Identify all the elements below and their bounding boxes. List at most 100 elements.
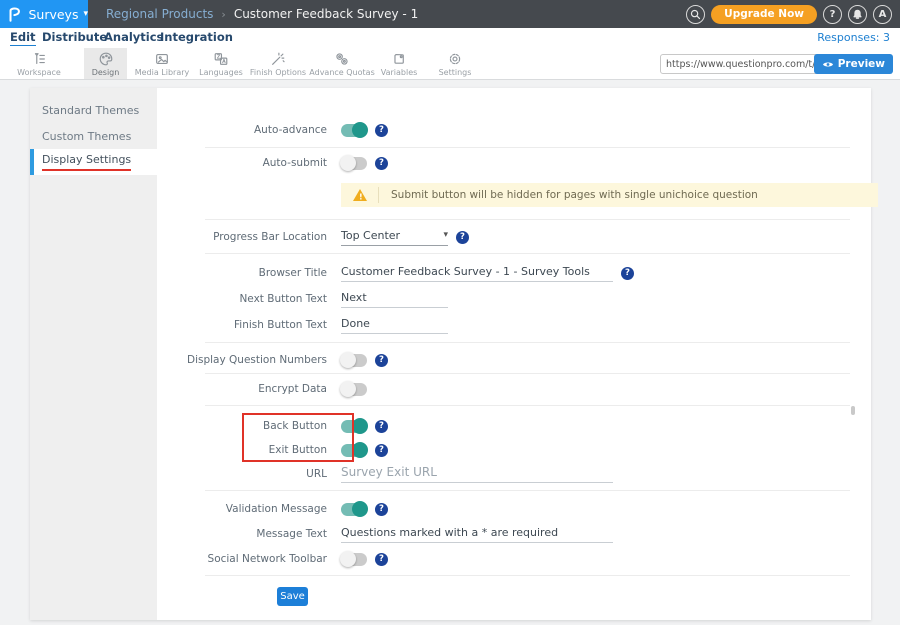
tab-finish-options[interactable]: Finish Options xyxy=(250,48,306,79)
back-button-help-icon[interactable]: ? xyxy=(375,420,388,433)
next-button-text-input[interactable] xyxy=(341,291,448,308)
tab-variables[interactable]: Variables xyxy=(376,48,422,79)
social-network-toolbar-help-icon[interactable]: ? xyxy=(375,553,388,566)
main-nav: Edit Distribute Analytics Integration Re… xyxy=(0,28,900,48)
validation-message-help-icon[interactable]: ? xyxy=(375,503,388,516)
selected-option: Top Center xyxy=(341,229,400,242)
sidebar-item-label: Custom Themes xyxy=(42,130,131,143)
exit-button-help-icon[interactable]: ? xyxy=(375,444,388,457)
display-question-numbers-toggle[interactable] xyxy=(341,354,367,367)
notifications-button[interactable] xyxy=(848,5,867,24)
display-question-numbers-row: Display Question Numbers ? xyxy=(157,348,388,372)
validation-message-row: Validation Message ? xyxy=(157,497,388,521)
sidebar-item-standard-themes[interactable]: Standard Themes xyxy=(30,97,157,123)
toggle-knob xyxy=(352,418,368,434)
tab-settings[interactable]: Settings xyxy=(432,48,478,79)
display-settings-form: Auto-advance ? Auto-submit ? ! Submit bu… xyxy=(157,88,871,620)
finish-button-text-input[interactable] xyxy=(341,317,448,334)
progress-bar-help-icon[interactable]: ? xyxy=(456,231,469,244)
encrypt-data-row: Encrypt Data xyxy=(157,377,367,401)
tab-workspace-label: Workspace xyxy=(17,68,61,77)
account-button[interactable]: A xyxy=(873,5,892,24)
auto-submit-toggle[interactable] xyxy=(341,157,367,170)
tab-languages[interactable]: ZA Languages xyxy=(196,48,246,79)
exit-button-row: Exit Button ? xyxy=(157,439,388,461)
logo-block[interactable]: Surveys ▾ xyxy=(0,0,88,28)
tab-advance-quotas[interactable]: Advance Quotas xyxy=(312,48,372,79)
upgrade-now-label: Upgrade Now xyxy=(724,8,804,20)
breadcrumb-parent[interactable]: Regional Products xyxy=(106,7,213,21)
validation-message-toggle[interactable] xyxy=(341,503,367,516)
social-network-toolbar-row: Social Network Toolbar ? xyxy=(157,547,388,571)
tab-design-label: Design xyxy=(92,68,120,77)
back-button-toggle[interactable] xyxy=(341,420,367,433)
chain-links-icon xyxy=(334,51,350,67)
toggle-knob xyxy=(352,501,368,517)
nav-edit[interactable]: Edit xyxy=(10,30,36,46)
search-icon xyxy=(690,9,701,20)
nav-integration[interactable]: Integration xyxy=(160,30,233,44)
social-network-toolbar-toggle[interactable] xyxy=(341,553,367,566)
progress-bar-location-row: Progress Bar Location Top Center ▾ ? xyxy=(157,225,469,249)
search-button[interactable] xyxy=(686,5,705,24)
tab-media-library[interactable]: Media Library xyxy=(132,48,192,79)
workspace-icon xyxy=(31,51,47,67)
toggle-knob xyxy=(340,551,356,567)
auto-submit-help-icon[interactable]: ? xyxy=(375,157,388,170)
nav-analytics[interactable]: Analytics xyxy=(104,30,163,44)
save-button[interactable]: Save xyxy=(277,587,308,606)
warning-icon-wrap: ! xyxy=(341,187,379,203)
progress-bar-location-select[interactable]: Top Center ▾ xyxy=(341,229,448,246)
toggle-knob xyxy=(340,155,356,171)
auto-advance-label: Auto-advance xyxy=(157,124,327,136)
upgrade-now-button[interactable]: Upgrade Now xyxy=(711,5,817,24)
toggle-knob xyxy=(352,122,368,138)
browser-title-row: Browser Title ? xyxy=(157,261,634,285)
next-button-text-row: Next Button Text xyxy=(157,287,448,311)
divider xyxy=(205,373,850,374)
responses-count[interactable]: Responses: 3 xyxy=(817,31,890,44)
exit-url-label: URL xyxy=(157,468,327,480)
display-question-numbers-label: Display Question Numbers xyxy=(157,354,327,366)
bell-icon xyxy=(852,9,863,20)
tab-design[interactable]: Design xyxy=(84,48,127,79)
auto-advance-toggle[interactable] xyxy=(341,124,367,137)
warning-triangle-icon: ! xyxy=(352,188,368,202)
questionpro-logo-icon xyxy=(8,5,21,23)
survey-url-field[interactable]: https://www.questionpro.com/t/APNrFZ ✎ xyxy=(660,54,838,74)
image-icon xyxy=(154,51,170,67)
scrollbar-thumb[interactable] xyxy=(851,406,855,415)
tab-settings-label: Settings xyxy=(439,68,472,77)
exit-url-row: URL xyxy=(157,462,613,486)
toggle-knob xyxy=(340,352,356,368)
eye-icon xyxy=(822,60,834,69)
browser-title-input[interactable] xyxy=(341,265,613,282)
design-settings-card: Standard Themes Custom Themes Display Se… xyxy=(30,88,871,620)
top-bar-actions: Upgrade Now ? A xyxy=(686,0,892,28)
display-question-numbers-help-icon[interactable]: ? xyxy=(375,354,388,367)
sidebar-item-custom-themes[interactable]: Custom Themes xyxy=(30,123,157,149)
preview-button[interactable]: Preview xyxy=(814,54,893,74)
sidebar-item-display-settings[interactable]: Display Settings xyxy=(30,149,157,175)
help-button[interactable]: ? xyxy=(823,5,842,24)
social-network-toolbar-label: Social Network Toolbar xyxy=(157,553,327,565)
design-sidebar: Standard Themes Custom Themes Display Se… xyxy=(30,88,157,620)
divider xyxy=(205,405,850,406)
nav-distribute[interactable]: Distribute xyxy=(42,30,107,44)
message-text-input[interactable] xyxy=(341,526,613,543)
product-name: Surveys xyxy=(28,7,78,22)
auto-submit-row: Auto-submit ? xyxy=(157,151,388,175)
avatar: A xyxy=(879,9,887,20)
tab-workspace[interactable]: Workspace xyxy=(10,48,68,79)
divider xyxy=(205,253,850,254)
exit-button-toggle[interactable] xyxy=(341,444,367,457)
sidebar-item-label: Display Settings xyxy=(42,153,131,171)
chevron-down-icon[interactable]: ▾ xyxy=(83,9,88,19)
tag-icon xyxy=(391,51,407,67)
browser-title-help-icon[interactable]: ? xyxy=(621,267,634,280)
validation-message-label: Validation Message xyxy=(157,503,327,515)
exit-url-input[interactable] xyxy=(341,465,613,483)
auto-advance-help-icon[interactable]: ? xyxy=(375,124,388,137)
encrypt-data-toggle[interactable] xyxy=(341,383,367,396)
back-button-label: Back Button xyxy=(157,420,327,432)
